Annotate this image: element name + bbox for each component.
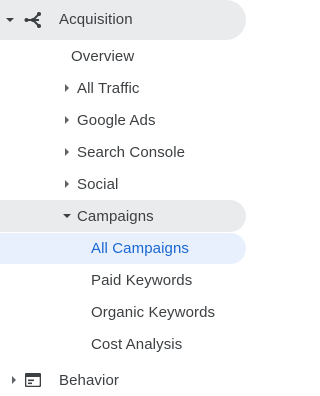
nav-item-organic-keywords-label: Organic Keywords: [91, 304, 216, 321]
nav-item-cost-analysis-label: Cost Analysis: [91, 336, 183, 353]
nav-item-social[interactable]: Social: [0, 168, 246, 200]
caret-right-icon: [12, 376, 16, 384]
nav-item-acquisition[interactable]: Acquisition: [0, 0, 246, 40]
nav-item-campaigns-label: Campaigns: [77, 208, 154, 225]
nav-item-overview[interactable]: Overview: [0, 40, 246, 72]
caret-right-icon: [65, 84, 69, 92]
caret-down-icon: [6, 18, 14, 22]
nav-item-overview-label: Overview: [71, 48, 135, 65]
nav-item-paid-keywords[interactable]: Paid Keywords: [0, 264, 246, 296]
caret-right-icon: [65, 148, 69, 156]
caret-right-icon: [65, 116, 69, 124]
nav-item-all-traffic-label: All Traffic: [77, 80, 140, 97]
nav-item-search-console-label: Search Console: [77, 144, 186, 161]
nav-item-google-ads[interactable]: Google Ads: [0, 104, 246, 136]
behavior-icon: [25, 373, 41, 387]
nav-item-all-traffic[interactable]: All Traffic: [0, 72, 246, 104]
nav-item-organic-keywords[interactable]: Organic Keywords: [0, 296, 246, 328]
acquisition-icon: [24, 12, 41, 28]
caret-down-icon: [63, 214, 71, 218]
nav-item-cost-analysis[interactable]: Cost Analysis: [0, 328, 246, 360]
nav-item-acquisition-label: Acquisition: [59, 11, 133, 28]
nav-item-behavior[interactable]: Behavior: [0, 364, 246, 396]
nav-item-paid-keywords-label: Paid Keywords: [91, 272, 193, 289]
nav-item-social-label: Social: [77, 176, 119, 193]
nav-item-google-ads-label: Google Ads: [77, 112, 156, 129]
nav-item-all-campaigns[interactable]: All Campaigns: [0, 233, 246, 264]
nav-item-behavior-label: Behavior: [59, 372, 120, 389]
caret-right-icon: [65, 180, 69, 188]
nav-item-search-console[interactable]: Search Console: [0, 136, 246, 168]
nav-item-all-campaigns-label: All Campaigns: [91, 240, 190, 257]
nav-item-campaigns[interactable]: Campaigns: [0, 200, 246, 232]
analytics-report-nav: Acquisition Overview All Traffic Google …: [0, 0, 258, 396]
